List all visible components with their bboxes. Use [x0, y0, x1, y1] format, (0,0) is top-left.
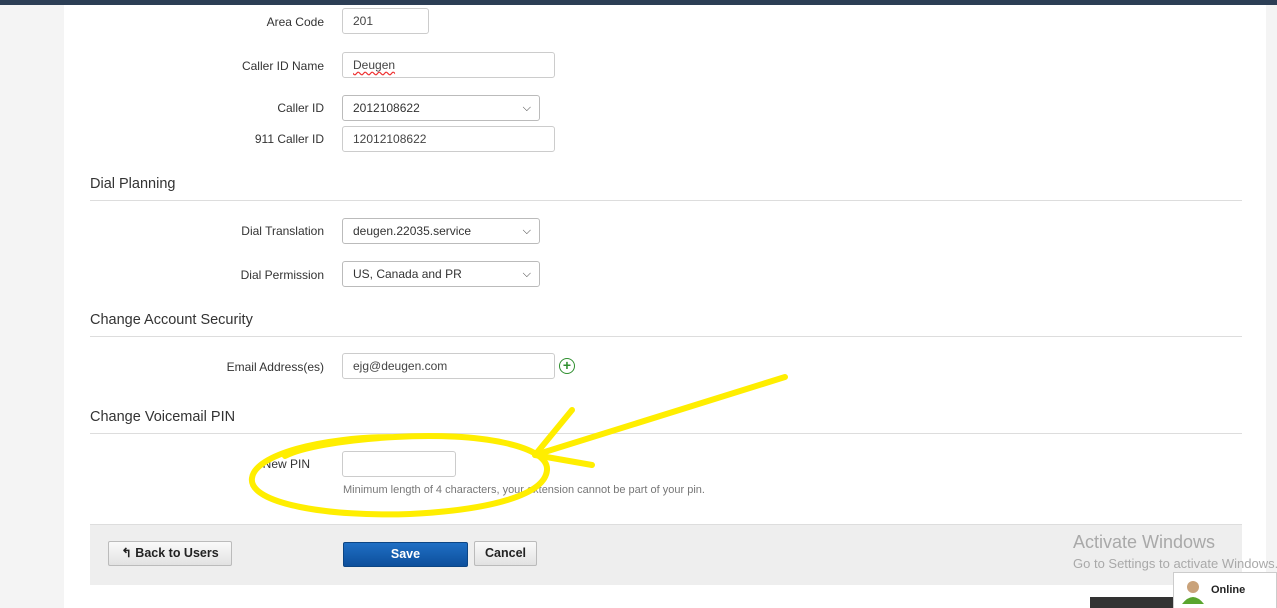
user-avatar-icon — [1182, 581, 1204, 604]
back-to-users-label: Back to Users — [135, 546, 219, 560]
area-code-label: Area Code — [266, 15, 324, 29]
dial-permission-value: US, Canada and PR — [353, 267, 462, 281]
add-email-icon[interactable]: + — [559, 358, 575, 374]
dial-permission-select[interactable]: US, Canada and PR ⌵ — [342, 261, 540, 287]
new-pin-label: New PIN — [262, 457, 310, 471]
dial-permission-label: Dial Permission — [240, 268, 324, 282]
chevron-down-icon: ⌵ — [522, 102, 531, 114]
chat-bar — [1090, 597, 1180, 608]
caller-id-select[interactable]: 2012108622 ⌵ — [342, 95, 540, 121]
chat-status: Online — [1211, 584, 1246, 596]
save-button[interactable]: Save — [343, 542, 468, 567]
chat-widget[interactable]: Online — [1173, 572, 1277, 608]
caller-id-name-label: Caller ID Name — [241, 59, 324, 73]
chevron-down-icon: ⌵ — [522, 225, 531, 237]
user-edit-form: Area Code 201 Caller ID Name Deugen Call… — [64, 5, 1266, 608]
new-pin-input[interactable] — [342, 451, 456, 477]
chevron-down-icon: ⌵ — [522, 268, 531, 280]
caller-id-name-input[interactable]: Deugen — [342, 52, 555, 78]
voicemail-pin-heading: Change Voicemail PIN — [90, 409, 1242, 434]
area-code-input[interactable]: 201 — [342, 8, 429, 34]
form-footer: ↰ Back to Users Save Cancel — [90, 524, 1242, 585]
cancel-button[interactable]: Cancel — [474, 541, 537, 566]
account-security-heading: Change Account Security — [90, 312, 1242, 337]
caller-id-911-input[interactable]: 12012108622 — [342, 126, 555, 152]
pin-hint: Minimum length of 4 characters, your ext… — [343, 484, 705, 496]
dial-translation-select[interactable]: deugen.22035.service ⌵ — [342, 218, 540, 244]
caller-id-value: 2012108622 — [353, 101, 420, 115]
dial-planning-heading: Dial Planning — [90, 176, 1242, 201]
dial-translation-label: Dial Translation — [241, 224, 324, 238]
activate-windows-title: Activate Windows — [1073, 532, 1216, 552]
caller-id-911-label: 911 Caller ID — [254, 132, 324, 146]
dial-translation-value: deugen.22035.service — [353, 224, 472, 238]
activate-windows-subtitle: Go to Settings to activate Windows. — [1073, 556, 1277, 571]
email-input[interactable]: ejg@deugen.com — [342, 353, 555, 379]
back-arrow-icon: ↰ — [121, 546, 132, 560]
back-to-users-button[interactable]: ↰ Back to Users — [108, 541, 232, 566]
caller-id-label: Caller ID — [277, 101, 324, 115]
caller-id-name-value: Deugen — [353, 58, 396, 72]
email-label: Email Address(es) — [226, 360, 324, 374]
